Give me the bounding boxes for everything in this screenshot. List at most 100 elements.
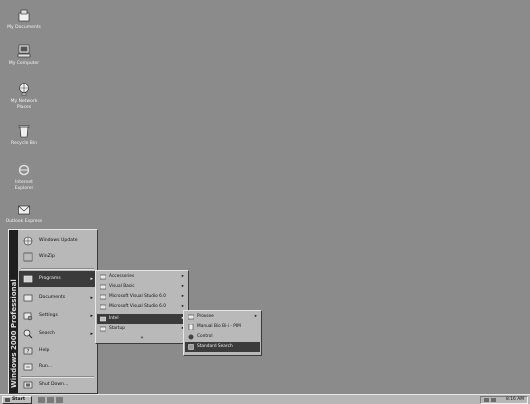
submenu-item-label: Microsoft Visual Studio 6.0 xyxy=(109,304,166,309)
submenu-item-accessories[interactable]: Accessories ▸ xyxy=(97,272,187,282)
program-icon xyxy=(188,334,194,340)
programs-icon xyxy=(23,275,33,283)
menu-item-label: Documents xyxy=(39,295,66,300)
my-network-places-shortcut[interactable]: My Network Places xyxy=(2,82,46,110)
submenu-item-label: Manual Bio Bi-i - PIM xyxy=(197,324,241,329)
double-chevron-down-icon: » xyxy=(140,335,144,341)
program-group-icon xyxy=(100,274,106,280)
menu-item-programs[interactable]: Programs ▸ xyxy=(19,271,96,287)
document-icon xyxy=(188,324,194,330)
menu-separator xyxy=(21,268,94,270)
menu-item-label: Settings xyxy=(39,313,58,318)
chevron-right-icon: ▸ xyxy=(254,314,257,319)
menu-item-label: Run... xyxy=(39,364,53,369)
chevron-right-icon: ▸ xyxy=(90,295,93,301)
volume-tray-icon[interactable] xyxy=(491,398,496,402)
submenu-item-control[interactable]: Control xyxy=(185,332,260,342)
my-computer-icon xyxy=(17,44,31,58)
menu-item-label: Help xyxy=(39,348,50,353)
start-menu-banner: Windows 2000 Professional xyxy=(9,230,18,393)
my-computer-shortcut[interactable]: My Computer xyxy=(2,44,46,67)
internet-explorer-quicklaunch-icon[interactable] xyxy=(47,397,54,403)
desktop-icon-label: My Documents xyxy=(7,25,41,30)
program-group-icon xyxy=(100,304,106,310)
menu-item-winzip[interactable]: WinZip xyxy=(19,249,96,265)
program-group-icon xyxy=(188,314,194,320)
submenu-item-standard-search[interactable]: Standard Search xyxy=(185,342,260,352)
chevron-right-icon: ▸ xyxy=(181,294,184,299)
start-menu-banner-label: Windows 2000 Professional xyxy=(10,279,18,388)
more-programs-chevron[interactable]: » xyxy=(97,333,187,343)
chevron-right-icon: ▸ xyxy=(181,284,184,289)
taskbar: Start 8:16 AM xyxy=(0,394,530,404)
submenu-item-label: Microsoft Visual Studio 6.0 xyxy=(109,294,166,299)
programs-submenu: Accessories ▸ Visual Basic ▸ Microsoft V… xyxy=(95,270,189,344)
submenu-item-label: Standard Search xyxy=(197,344,233,349)
outlook-express-icon xyxy=(18,205,30,215)
menu-item-documents[interactable]: Documents ▸ xyxy=(19,290,96,306)
archive-icon xyxy=(23,252,33,262)
outlook-express-quicklaunch-icon[interactable] xyxy=(56,397,63,403)
submenu-item-proxsee[interactable]: Proxsee ▸ xyxy=(185,312,260,322)
program-group-icon xyxy=(100,294,106,300)
help-icon: ? xyxy=(23,347,33,355)
submenu-item-manual[interactable]: Manual Bio Bi-i - PIM xyxy=(185,322,260,332)
program-group-icon xyxy=(100,326,106,332)
submenu-item-visual-studio-tools[interactable]: Microsoft Visual Studio 6.0 ▸ xyxy=(97,302,187,312)
my-network-places-icon xyxy=(19,83,29,96)
chevron-right-icon: ▸ xyxy=(90,331,93,337)
submenu-item-visual-basic[interactable]: Visual Basic ▸ xyxy=(97,282,187,292)
menu-item-label: Search xyxy=(39,331,55,336)
start-button[interactable]: Start xyxy=(2,396,32,404)
taskbar-clock[interactable]: 8:16 AM xyxy=(506,397,524,403)
recycle-bin-icon xyxy=(18,125,30,138)
chevron-right-icon: ▸ xyxy=(90,276,93,282)
my-documents-icon xyxy=(18,9,30,22)
network-tray-icon[interactable] xyxy=(484,398,489,402)
submenu-item-label: Proxsee xyxy=(197,314,214,319)
menu-item-run[interactable]: Run... xyxy=(19,359,96,375)
program-group-icon xyxy=(100,284,106,290)
screen: My Documents My Computer My Network Plac… xyxy=(0,0,530,404)
run-icon xyxy=(23,363,33,371)
internet-explorer-shortcut[interactable]: Internet Explorer xyxy=(2,163,46,191)
globe-icon xyxy=(23,236,33,246)
menu-item-search[interactable]: Search ▸ xyxy=(19,326,96,342)
documents-icon xyxy=(23,294,33,302)
desktop[interactable]: My Documents My Computer My Network Plac… xyxy=(0,0,530,394)
system-tray: 8:16 AM xyxy=(480,396,528,404)
show-desktop-icon[interactable] xyxy=(38,397,45,403)
chevron-right-icon: ▸ xyxy=(181,274,184,279)
menu-item-help[interactable]: ? Help xyxy=(19,343,96,359)
submenu-item-label: Intel xyxy=(109,316,119,321)
start-button-label: Start xyxy=(12,397,26,402)
intel-submenu: Proxsee ▸ Manual Bio Bi-i - PIM Control … xyxy=(183,310,262,356)
settings-icon xyxy=(23,312,33,321)
search-icon xyxy=(23,329,33,339)
submenu-item-intel[interactable]: Intel ▸ xyxy=(97,314,187,324)
submenu-item-label: Control xyxy=(197,334,213,339)
desktop-icon-label: Recycle Bin xyxy=(11,141,37,146)
shutdown-icon xyxy=(23,381,33,389)
desktop-icon-label: My Network Places xyxy=(10,99,38,110)
program-group-icon xyxy=(100,316,106,322)
chevron-right-icon: ▸ xyxy=(90,313,93,319)
my-documents-shortcut[interactable]: My Documents xyxy=(2,8,46,31)
menu-item-shut-down[interactable]: Shut Down... xyxy=(19,377,96,393)
banner-text: Windows 2000 Professional xyxy=(10,279,18,388)
submenu-item-label: Visual Basic xyxy=(109,284,135,289)
internet-explorer-icon xyxy=(18,164,30,176)
menu-item-label: Programs xyxy=(39,276,61,281)
submenu-item-visual-studio[interactable]: Microsoft Visual Studio 6.0 ▸ xyxy=(97,292,187,302)
desktop-icon-label: Internet Explorer xyxy=(14,180,34,191)
windows-logo-icon xyxy=(5,398,10,402)
menu-item-windows-update[interactable]: Windows Update xyxy=(19,233,96,249)
submenu-item-label: Accessories xyxy=(109,274,135,279)
menu-item-settings[interactable]: Settings ▸ xyxy=(19,308,96,324)
desktop-icon-label: My Computer xyxy=(8,61,40,66)
menu-item-label: Windows Update xyxy=(39,238,78,243)
program-icon xyxy=(188,344,194,350)
recycle-bin-shortcut[interactable]: Recycle Bin xyxy=(2,124,46,147)
menu-item-label: WinZip xyxy=(39,254,55,259)
outlook-express-shortcut[interactable]: Outlook Express xyxy=(2,202,46,225)
